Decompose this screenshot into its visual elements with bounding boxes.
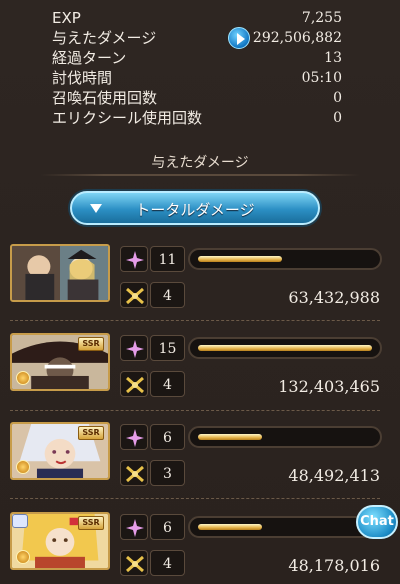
count-b: 4: [150, 282, 185, 308]
damage-bar: [188, 516, 382, 538]
crossed-swords-icon: [120, 460, 148, 486]
element-icon: [16, 371, 30, 385]
stat-value: 292,506,882: [252, 30, 342, 46]
battle-result-panel: EXP 7,255 与えたダメージ 292,506,882 経過ターン 13 討…: [0, 0, 400, 584]
sparkle-icon: [120, 335, 148, 361]
character-portrait: [10, 244, 110, 302]
ssr-badge: SSR: [78, 337, 104, 351]
sparkle-icon: [120, 514, 148, 540]
entry-divider: [10, 320, 380, 321]
crossed-swords-icon: [120, 282, 148, 308]
crossed-swords-icon: [120, 371, 148, 397]
character-entry-4: SSR 6 4 48,178,016: [10, 512, 390, 584]
count-a: 11: [150, 246, 185, 272]
stat-label: 与えたダメージ: [52, 29, 157, 47]
damage-bar-fill: [198, 434, 262, 440]
stat-row-time: 討伐時間 05:10: [52, 68, 342, 88]
damage-value: 132,403,465: [278, 377, 380, 396]
ssr-badge: SSR: [78, 516, 104, 530]
section-divider: [40, 174, 360, 176]
stat-row-turns: 経過ターン 13: [52, 48, 342, 68]
stat-label: EXP: [52, 9, 81, 27]
element-icon: [16, 460, 30, 474]
stat-label: 召喚石使用回数: [52, 89, 158, 107]
stat-row-cut: [52, 0, 342, 8]
ring-icon: [12, 514, 28, 528]
sparkle-icon: [120, 246, 148, 272]
stat-label: 討伐時間: [52, 69, 113, 87]
damage-bar-fill: [198, 345, 372, 351]
section-title: 与えたダメージ: [151, 155, 249, 171]
damage-bar-fill: [198, 524, 262, 530]
character-portrait: SSR: [10, 422, 110, 480]
character-portrait: SSR: [10, 512, 110, 570]
count-a: 6: [150, 514, 185, 540]
character-entry-2: SSR 15 4 132,403,465: [10, 333, 390, 413]
ssr-badge: SSR: [78, 426, 104, 440]
damage-bar: [188, 426, 382, 448]
dropdown-label: トータルダメージ: [135, 201, 255, 219]
stat-value: 7,255: [301, 10, 342, 26]
count-a: 15: [150, 335, 185, 361]
total-damage-dropdown[interactable]: トータルダメージ: [70, 191, 320, 225]
character-entry-3: SSR 6 3 48,492,413: [10, 422, 390, 502]
stat-row-exp: EXP 7,255: [52, 8, 342, 28]
stat-row-damage: 与えたダメージ 292,506,882: [52, 28, 342, 48]
character-portrait: SSR: [10, 333, 110, 391]
sparkle-icon: [120, 424, 148, 450]
entry-divider: [10, 410, 380, 411]
damage-bar-fill: [198, 256, 282, 262]
stat-value: 0: [333, 110, 342, 126]
stat-value: 0: [333, 90, 342, 106]
stat-value: 13: [324, 50, 342, 66]
character-entry-1: 11 4 63,432,988: [10, 244, 390, 324]
count-b: 3: [150, 460, 185, 486]
damage-value: 48,492,413: [288, 466, 380, 485]
stat-label: 経過ターン: [52, 49, 127, 67]
count-b: 4: [150, 371, 185, 397]
stat-label: エリクシール使用回数: [52, 109, 203, 127]
chat-button[interactable]: Chat: [356, 505, 398, 539]
count-a: 6: [150, 424, 185, 450]
damage-value: 48,178,016: [288, 556, 380, 575]
damage-bar: [188, 337, 382, 359]
entry-divider: [10, 498, 380, 499]
count-b: 4: [150, 550, 185, 576]
play-icon[interactable]: [228, 27, 250, 49]
damage-bar: [188, 248, 382, 270]
damage-value: 63,432,988: [288, 288, 380, 307]
portrait-art: [12, 246, 108, 300]
stat-value: 05:10: [301, 70, 342, 86]
crossed-swords-icon: [120, 550, 148, 576]
stat-row-elixir: エリクシール使用回数 0: [52, 108, 342, 128]
stat-row-summon: 召喚石使用回数 0: [52, 88, 342, 108]
element-icon: [16, 550, 30, 564]
